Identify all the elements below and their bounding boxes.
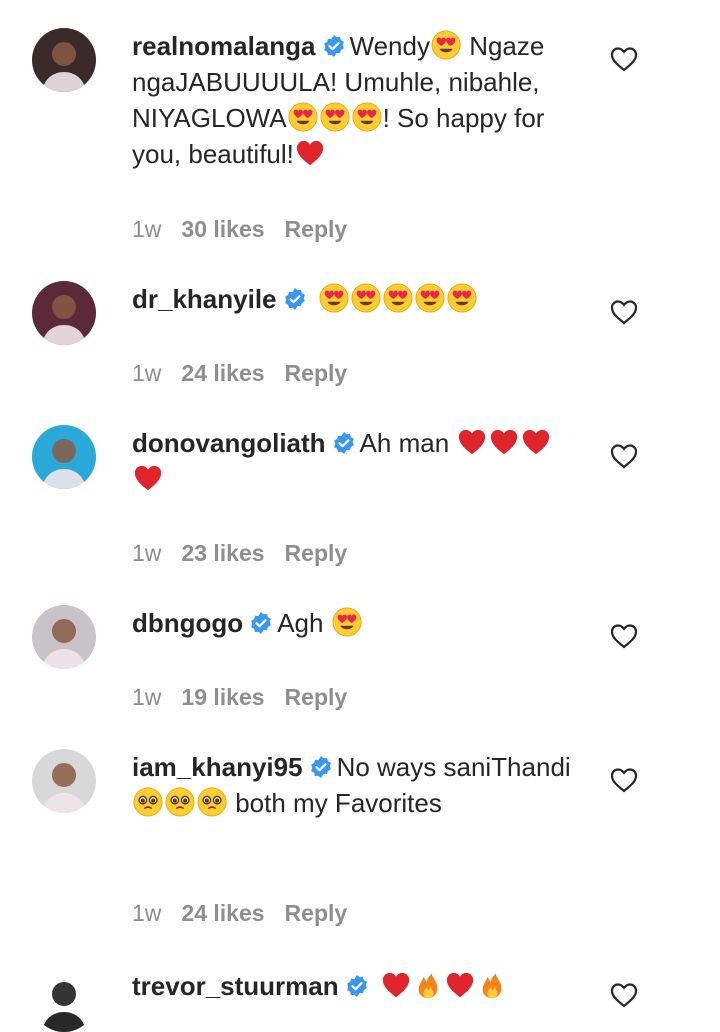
- timestamp: 1w: [132, 216, 162, 242]
- red-heart-emoji-icon: [457, 427, 487, 457]
- avatar[interactable]: [32, 968, 96, 1032]
- reply-button[interactable]: Reply: [285, 360, 348, 386]
- reply-button[interactable]: Reply: [285, 216, 348, 242]
- pleading-emoji-icon: [197, 787, 227, 817]
- comment-text: realnomalanga Wendy Ngaze ngaJABUUUULA! U…: [132, 28, 572, 172]
- verified-badge-icon: [249, 608, 273, 634]
- pleading-emoji-icon: [133, 787, 163, 817]
- likes-count-link[interactable]: 23 likes: [181, 540, 264, 566]
- reply-button[interactable]: Reply: [285, 900, 348, 926]
- comment-text-segment: [373, 971, 380, 1001]
- heart-eyes-emoji-icon: [431, 30, 461, 60]
- red-heart-emoji-icon: [295, 138, 325, 168]
- comment-text: dbngogo Agh: [132, 605, 572, 641]
- comment-text-segment: both my Favorites: [228, 788, 442, 818]
- avatar[interactable]: [32, 281, 96, 345]
- heart-eyes-emoji-icon: [383, 283, 413, 313]
- comment-text: iam_khanyi95 No ways saniThandi both my F…: [132, 749, 572, 821]
- comment-text: donovangoliath Ah man: [132, 425, 572, 497]
- verified-badge-icon: [283, 284, 307, 310]
- comment-meta: 1w 23 likes Reply: [132, 540, 367, 567]
- likes-count-link[interactable]: 19 likes: [181, 684, 264, 710]
- heart-eyes-emoji-icon: [319, 283, 349, 313]
- like-heart-icon[interactable]: [610, 982, 638, 1008]
- comment-body: dr_khanyile 1w 24 likes Reply: [132, 281, 572, 386]
- comment-body: dbngogo Agh 1w 19 likes Reply: [132, 605, 572, 710]
- reply-button[interactable]: Reply: [285, 540, 348, 566]
- comment-body: donovangoliath Ah man 1w 23 likes Reply: [132, 425, 572, 566]
- comment-body: iam_khanyi95 No ways saniThandi both my F…: [132, 749, 572, 926]
- timestamp: 1w: [132, 540, 162, 566]
- pleading-emoji-icon: [165, 787, 195, 817]
- timestamp: 1w: [132, 684, 162, 710]
- likes-count-link[interactable]: 24 likes: [181, 360, 264, 386]
- username-link[interactable]: trevor_stuurman: [132, 971, 339, 1001]
- red-heart-emoji-icon: [445, 970, 475, 1000]
- comment-text: dr_khanyile: [132, 281, 572, 317]
- verified-badge-icon: [322, 31, 346, 57]
- like-heart-icon[interactable]: [610, 299, 638, 325]
- username-link[interactable]: donovangoliath: [132, 428, 326, 458]
- comment-text-segment: [311, 284, 318, 314]
- comment-body: realnomalanga Wendy Ngaze ngaJABUUUULA! U…: [132, 28, 572, 242]
- comment-meta: 1w 30 likes Reply: [132, 216, 367, 243]
- timestamp: 1w: [132, 900, 162, 926]
- comment-meta: 1w 19 likes Reply: [132, 684, 367, 711]
- red-heart-emoji-icon: [381, 970, 411, 1000]
- reply-button[interactable]: Reply: [285, 684, 348, 710]
- timestamp: 1w: [132, 360, 162, 386]
- red-heart-emoji-icon: [521, 427, 551, 457]
- verified-badge-icon: [309, 752, 333, 778]
- heart-eyes-emoji-icon: [332, 607, 362, 637]
- username-link[interactable]: realnomalanga: [132, 31, 316, 61]
- like-heart-icon[interactable]: [610, 623, 638, 649]
- username-link[interactable]: dbngogo: [132, 608, 243, 638]
- red-heart-emoji-icon: [133, 463, 163, 493]
- red-heart-emoji-icon: [489, 427, 519, 457]
- like-heart-icon[interactable]: [610, 443, 638, 469]
- heart-eyes-emoji-icon: [447, 283, 477, 313]
- comment-meta: 1w 24 likes Reply: [132, 900, 367, 927]
- avatar[interactable]: [32, 749, 96, 813]
- verified-badge-icon: [345, 971, 369, 997]
- avatar[interactable]: [32, 425, 96, 489]
- heart-eyes-emoji-icon: [320, 102, 350, 132]
- heart-eyes-emoji-icon: [351, 283, 381, 313]
- likes-count-link[interactable]: 30 likes: [181, 216, 264, 242]
- heart-eyes-emoji-icon: [288, 102, 318, 132]
- verified-badge-icon: [332, 428, 356, 454]
- fire-emoji-icon: [477, 970, 507, 1000]
- comment-text-segment: Ah man: [359, 428, 457, 458]
- fire-emoji-icon: [413, 970, 443, 1000]
- heart-eyes-emoji-icon: [352, 102, 382, 132]
- likes-count-link[interactable]: 24 likes: [181, 900, 264, 926]
- avatar[interactable]: [32, 605, 96, 669]
- like-heart-icon[interactable]: [610, 767, 638, 793]
- username-link[interactable]: iam_khanyi95: [132, 752, 303, 782]
- comment-text-segment: No ways saniThandi: [336, 752, 571, 782]
- like-heart-icon[interactable]: [610, 46, 638, 72]
- comment-meta: 1w 24 likes Reply: [132, 360, 367, 387]
- comment-text-segment: Agh: [277, 608, 331, 638]
- username-link[interactable]: dr_khanyile: [132, 284, 277, 314]
- comment-text-segment: Wendy: [349, 31, 430, 61]
- heart-eyes-emoji-icon: [415, 283, 445, 313]
- avatar[interactable]: [32, 28, 96, 92]
